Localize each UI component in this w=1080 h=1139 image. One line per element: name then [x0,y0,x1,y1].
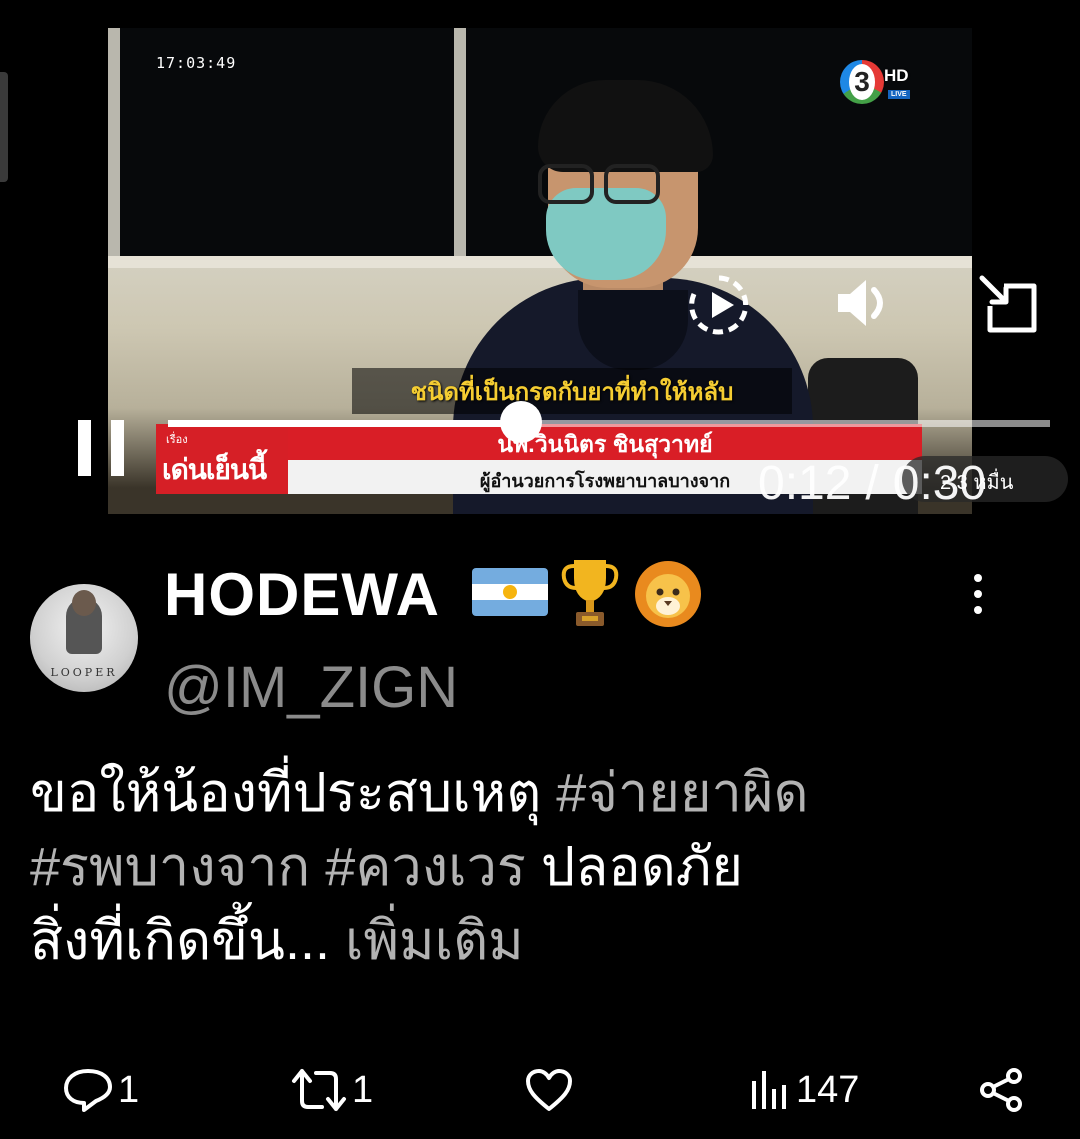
popout-icon[interactable] [976,272,1042,338]
pause-icon[interactable] [78,420,128,476]
like-button[interactable] [524,1060,578,1120]
argentina-flag-emoji [472,568,548,616]
more-vertical-icon[interactable] [966,574,990,614]
share-icon [980,1068,1022,1112]
duration: 0:30 [892,457,987,510]
avatar-caption: LOOPER [50,666,118,679]
hashtag-link[interactable]: #จ่ายยาผิด [556,763,808,823]
user-handle[interactable]: @IM_ZIGN [164,654,458,721]
progress-scrubber[interactable] [499,401,542,443]
volume-icon[interactable] [832,272,894,334]
time-separator: / [865,457,879,510]
channel-3-logo: 3 HD LIVE [840,60,926,106]
hashtag-link[interactable]: #รพบางจาก [30,837,310,897]
tweet-text: ขอให้น้องที่ประสบเหตุ #จ่ายยาผิด #รพบางจ… [30,756,1060,978]
action-bar: 1 1 147 [0,1060,1080,1120]
trophy-emoji [561,560,619,626]
hashtag-link[interactable]: #ควงเวร [325,837,526,897]
avatar[interactable]: LOOPER [30,584,138,692]
lion-emoji [635,561,701,627]
reply-button[interactable]: 1 [62,1060,139,1120]
video-subtitle: ชนิดที่เป็นกรดกับยาที่ทำให้หลับ [410,379,734,406]
replay-icon[interactable] [684,272,754,338]
edge-panel-handle[interactable] [0,72,8,182]
current-time: 0:12 [758,457,852,510]
show-badge-name: เด่นเย็นนี้ [162,454,267,485]
reply-icon [64,1069,112,1112]
window-frame [108,28,120,290]
show-more-link[interactable]: เพิ่มเติม [345,911,524,971]
repost-button[interactable]: 1 [290,1060,373,1120]
broadcast-clock: 17:03:49 [156,54,237,72]
display-name[interactable]: HODEWA [164,560,440,629]
progress-fill [168,420,521,427]
time-readout: 0:12/0:30 [758,456,986,511]
screen: 17:03:49 3 HD LIVE ชนิดที่เป็นกรดกับยาที… [0,0,1080,1139]
tweet-text-part: สิ่งที่เกิดขึ้น... [30,911,345,971]
repost-count: 1 [352,1068,374,1111]
tweet-text-part: ปลอดภัย [525,837,744,897]
views-count: 147 [796,1068,860,1111]
views-icon [752,1071,786,1109]
show-badge-small: เรื่อง [166,434,188,446]
views-button[interactable]: 147 [750,1060,859,1120]
video-player[interactable]: 17:03:49 3 HD LIVE ชนิดที่เป็นกรดกับยาที… [108,28,972,514]
glasses [538,164,663,204]
repost-icon [292,1069,346,1111]
like-icon [526,1069,572,1111]
window-frame [454,28,466,290]
tweet-text-part: ขอให้น้องที่ประสบเหตุ [30,763,557,823]
reply-count: 1 [118,1068,140,1111]
share-button[interactable] [978,1060,1026,1120]
